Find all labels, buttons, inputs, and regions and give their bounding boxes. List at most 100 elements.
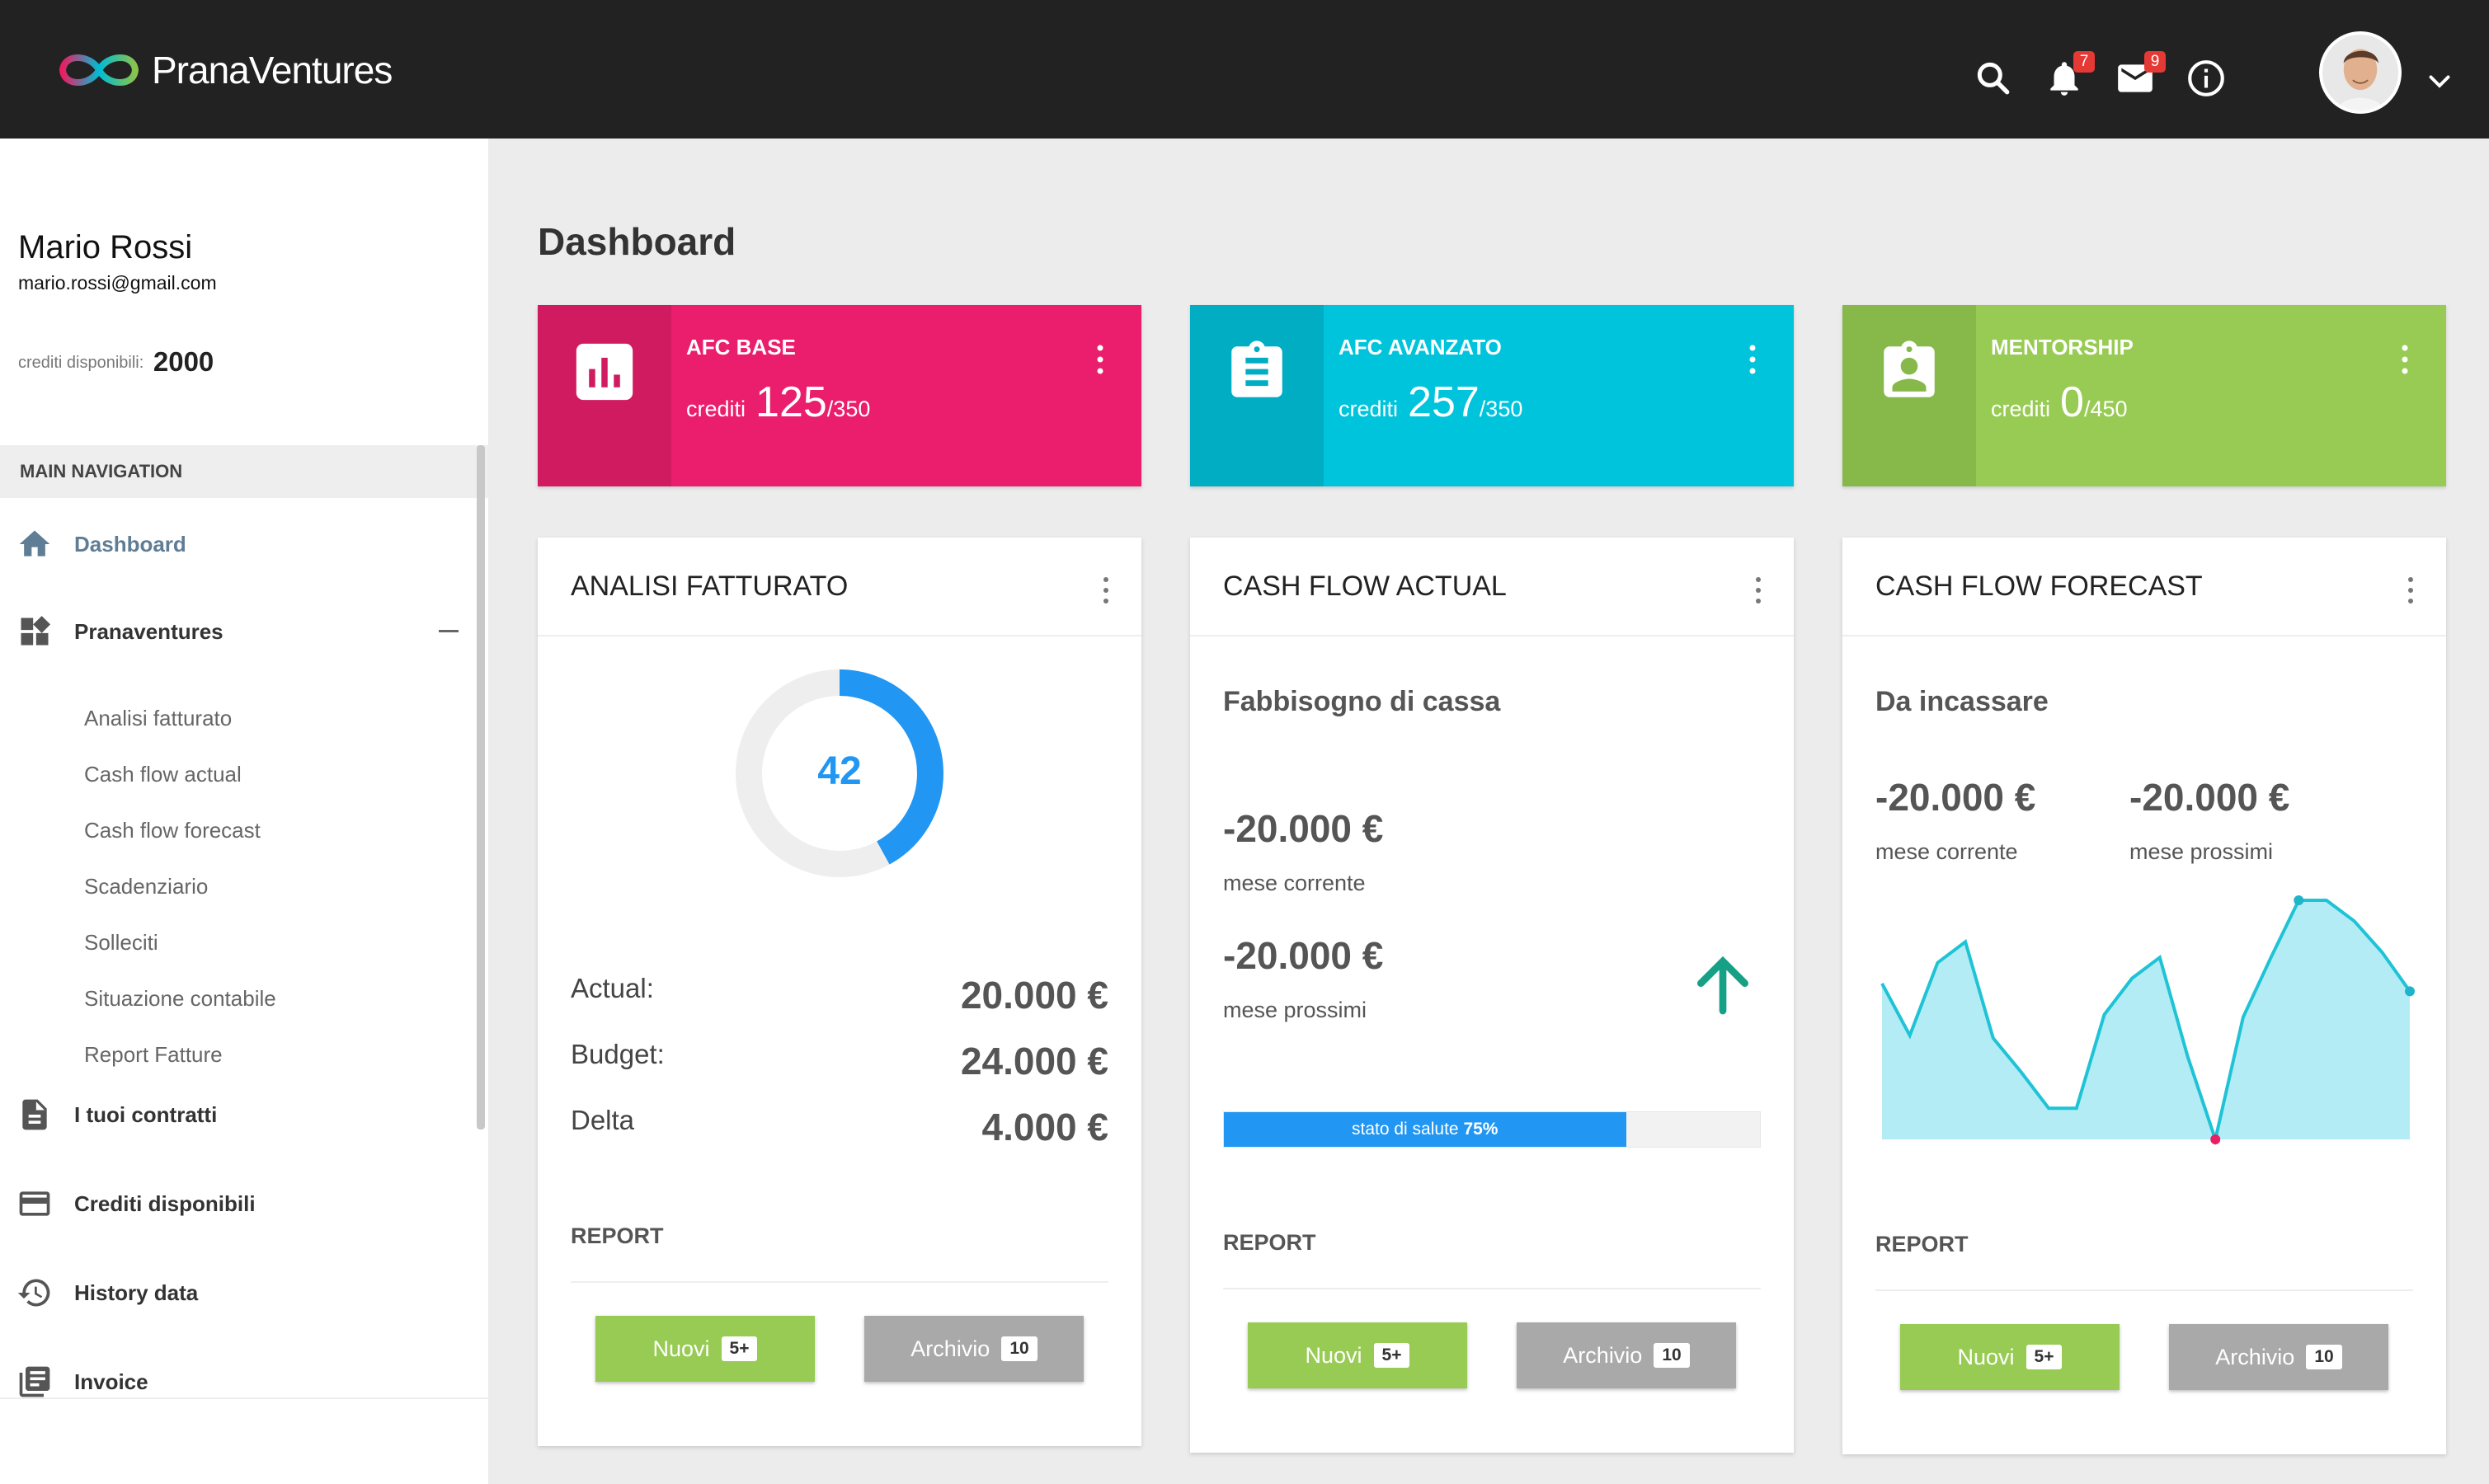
panel-cash-flow-actual: CASH FLOW ACTUAL Fabbisogno di cassa -20… [1190,538,1794,1453]
sidebar-scrollbar[interactable] [477,445,485,1129]
user-email: mario.rossi@gmail.com [18,272,217,294]
widgets-icon [21,616,51,646]
sidebar-subitem-cash-flow-actual[interactable]: Cash flow actual [84,762,242,787]
sidebar-subitem-cash-flow-forecast[interactable]: Cash flow forecast [84,818,261,843]
sidebar-subitem-scadenziario[interactable]: Scadenziario [84,874,208,899]
user-credits: crediti disponibili: 2000 [18,346,214,378]
user-menu-toggle[interactable] [2425,66,2454,96]
nuovi-button[interactable]: Nuovi 5+ [1900,1324,2120,1390]
stat-card-title: MENTORSHIP [1991,335,2134,359]
health-value: 75% [1463,1120,1499,1139]
notifications-button[interactable]: 7 [2044,51,2095,99]
stat-card-mentorship[interactable]: MENTORSHIP crediti 0/450 [1842,305,2446,486]
button-label: Archivio [2215,1344,2295,1369]
stat-card-credits-total: /450 [2083,397,2128,421]
panel-header: CASH FLOW FORECAST [1842,538,2446,636]
document-icon [22,1099,47,1130]
nuovi-button[interactable]: Nuovi 5+ [1248,1322,1467,1388]
badge-user-icon [1884,340,1935,397]
report-divider [571,1281,1108,1283]
report-divider [1223,1288,1761,1289]
brand-logo[interactable]: PranaVentures [56,41,393,99]
more-vert-icon[interactable] [1102,575,1110,605]
sidebar-subitem-analisi-fatturato[interactable]: Analisi fatturato [84,706,232,731]
messages-badge: 9 [2144,51,2166,73]
stat-card-title: AFC AVANZATO [1339,335,1502,359]
brand-name: PranaVentures [152,48,393,92]
top-bar: PranaVentures 7 9 [0,0,2489,139]
sidebar-subitem-report-fatture[interactable]: Report Fatture [84,1042,223,1068]
stat-card-credits-total: /350 [826,397,871,421]
report-label: REPORT [1875,1232,1969,1256]
sidebar-item-label: I tuoi contratti [74,1101,218,1127]
button-label: Archivio [910,1336,990,1361]
sidebar-item-label: Dashboard [74,531,186,556]
forecast-area-chart [1880,895,2415,1146]
brand-suffix: Ventures [248,49,393,92]
stat-card-afc-base[interactable]: AFC BASE crediti 125/350 [538,305,1141,486]
panel-title: CASH FLOW FORECAST [1875,571,2203,602]
button-count-badge: 5+ [721,1336,758,1361]
sidebar-item-label: Pranaventures [74,618,223,644]
user-avatar[interactable] [2319,31,2402,114]
collapse-icon[interactable] [439,630,459,632]
page-title: Dashboard [538,220,736,263]
donut-value-label: 42 [817,749,862,793]
sidebar-item-dashboard[interactable]: Dashboard [16,521,186,567]
sidebar-item-label: Invoice [74,1369,148,1394]
search-icon [1977,62,2010,95]
button-label: Archivio [1563,1342,1643,1368]
next-months-value: -20.000 € [1223,934,1384,977]
more-vert-icon[interactable] [1754,575,1762,605]
brand-prefix: Prana [152,49,250,92]
sidebar-item-label: History data [74,1280,199,1305]
stat-card-afc-avanzato[interactable]: AFC AVANZATO crediti 257/350 [1190,305,1794,486]
more-vert-icon[interactable] [2400,343,2410,376]
user-credits-label: crediti disponibili: [18,354,144,372]
messages-button[interactable]: 9 [2115,51,2166,99]
chevron-down-icon [2429,75,2450,88]
credit-card-icon [19,1191,50,1216]
sidebar-subitem-solleciti[interactable]: Solleciti [84,930,158,956]
stat-card-credits-value: 257 [1408,378,1480,426]
more-vert-icon[interactable] [2407,575,2415,605]
budget-label: Budget: [571,1039,665,1069]
next-months-value: -20.000 € [2129,776,2290,819]
nuovi-button[interactable]: Nuovi 5+ [595,1316,815,1382]
sidebar-divider [0,1397,488,1399]
current-month-value: -20.000 € [1223,807,1384,850]
panel-header: ANALISI FATTURATO [538,538,1141,636]
sidebar-item-pranaventures[interactable]: Pranaventures [16,608,223,655]
next-months-label: mese prossimi [1223,998,1367,1022]
panel-cash-flow-forecast: CASH FLOW FORECAST Da incassare -20.000 … [1842,538,2446,1454]
panel-title: ANALISI FATTURATO [571,571,849,602]
sidebar-item-contratti[interactable]: I tuoi contratti [16,1092,217,1138]
health-progress-fill: stato di salute 75% [1224,1112,1626,1147]
sidebar-item-crediti[interactable]: Crediti disponibili [16,1181,256,1227]
archivio-button[interactable]: Archivio 10 [1517,1322,1736,1388]
budget-value: 24.000 € [960,1040,1108,1082]
more-vert-icon[interactable] [1748,343,1757,376]
health-progress-bar: stato di salute 75% [1223,1111,1761,1148]
bar-chart-icon [576,343,633,401]
delta-value: 4.000 € [981,1106,1108,1148]
archivio-button[interactable]: Archivio 10 [2169,1324,2388,1390]
sidebar-subitem-situazione-contabile[interactable]: Situazione contabile [84,986,276,1012]
search-button[interactable] [1973,58,2014,99]
archivio-button[interactable]: Archivio 10 [864,1316,1084,1382]
info-icon [2188,60,2224,96]
button-label: Nuovi [1305,1342,1362,1368]
actual-label: Actual: [571,973,654,1003]
health-label: stato di salute [1352,1120,1459,1139]
more-vert-icon[interactable] [1095,343,1105,376]
panel-analisi-fatturato: ANALISI FATTURATO 42 Actual: 20.000 € Bu… [538,538,1141,1446]
user-credits-value: 2000 [153,346,214,377]
sidebar-item-history[interactable]: History data [16,1270,198,1316]
panel-subtitle: Da incassare [1875,686,2049,717]
button-count-badge: 10 [1654,1343,1690,1368]
info-button[interactable] [2186,58,2227,99]
actual-value: 20.000 € [960,974,1108,1017]
stat-card-credits-label: crediti [686,397,746,421]
panel-header: CASH FLOW ACTUAL [1190,538,1794,636]
stat-card-credits: crediti 257/350 [1339,378,1522,427]
